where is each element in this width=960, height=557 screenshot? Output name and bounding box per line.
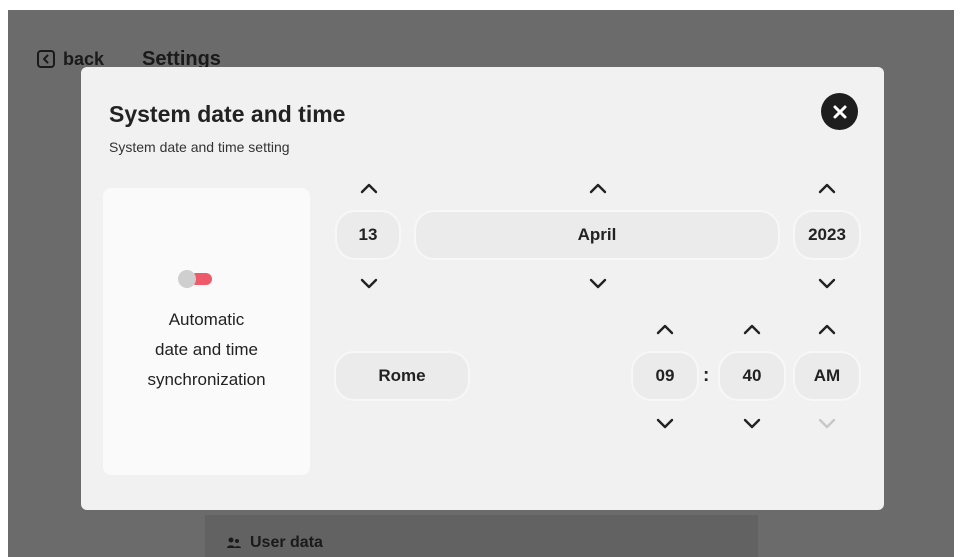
minute-down-button[interactable] xyxy=(737,411,767,435)
users-icon xyxy=(227,537,241,548)
month-down-button[interactable] xyxy=(583,271,613,295)
day-up-button[interactable] xyxy=(354,176,384,200)
user-data-label: User data xyxy=(250,534,323,551)
chevron-down-icon xyxy=(656,418,674,428)
minute-field[interactable]: 40 xyxy=(720,353,784,399)
hour-down-button[interactable] xyxy=(650,411,680,435)
period-down-button[interactable] xyxy=(812,411,842,435)
chevron-up-icon xyxy=(360,183,378,193)
auto-sync-card: Automatic date and time synchronization xyxy=(103,188,310,475)
chevron-down-icon xyxy=(360,278,378,288)
chevron-down-icon xyxy=(818,418,836,428)
chevron-up-icon xyxy=(818,324,836,334)
period-up-button[interactable] xyxy=(812,317,842,341)
month-up-button[interactable] xyxy=(583,176,613,200)
minute-up-button[interactable] xyxy=(737,317,767,341)
year-up-button[interactable] xyxy=(812,176,842,200)
auto-sync-label-line2: date and time xyxy=(154,340,258,359)
period-field[interactable]: AM xyxy=(795,353,859,399)
date-time-dialog: System date and time System date and tim… xyxy=(81,67,884,510)
auto-sync-label-line3: synchronization xyxy=(147,370,266,389)
year-down-button[interactable] xyxy=(812,271,842,295)
day-down-button[interactable] xyxy=(354,271,384,295)
close-button[interactable] xyxy=(821,93,858,130)
day-field[interactable]: 13 xyxy=(337,212,399,258)
timezone-field[interactable]: Rome xyxy=(336,353,468,399)
year-field[interactable]: 2023 xyxy=(795,212,859,258)
chevron-up-icon xyxy=(656,324,674,334)
close-icon xyxy=(833,105,846,118)
chevron-down-icon xyxy=(589,278,607,288)
chevron-up-icon xyxy=(743,324,761,334)
auto-sync-label-line1: Automatic xyxy=(168,310,245,329)
chevron-up-icon xyxy=(818,183,836,193)
chevron-down-icon xyxy=(743,418,761,428)
chevron-down-icon xyxy=(818,278,836,288)
auto-sync-toggle[interactable] xyxy=(178,270,214,288)
chevron-left-icon xyxy=(37,50,55,68)
auto-sync-label: Automatic date and time synchronization xyxy=(103,305,310,395)
dialog-title: System date and time xyxy=(109,101,346,127)
dialog-subtitle: System date and time setting xyxy=(109,139,290,155)
settings-item-user-data[interactable]: User data xyxy=(226,534,323,552)
hour-up-button[interactable] xyxy=(650,317,680,341)
month-field[interactable]: April xyxy=(416,212,778,258)
time-separator: : xyxy=(703,365,710,386)
toggle-knob xyxy=(178,270,196,288)
chevron-up-icon xyxy=(589,183,607,193)
hour-field[interactable]: 09 xyxy=(633,353,697,399)
